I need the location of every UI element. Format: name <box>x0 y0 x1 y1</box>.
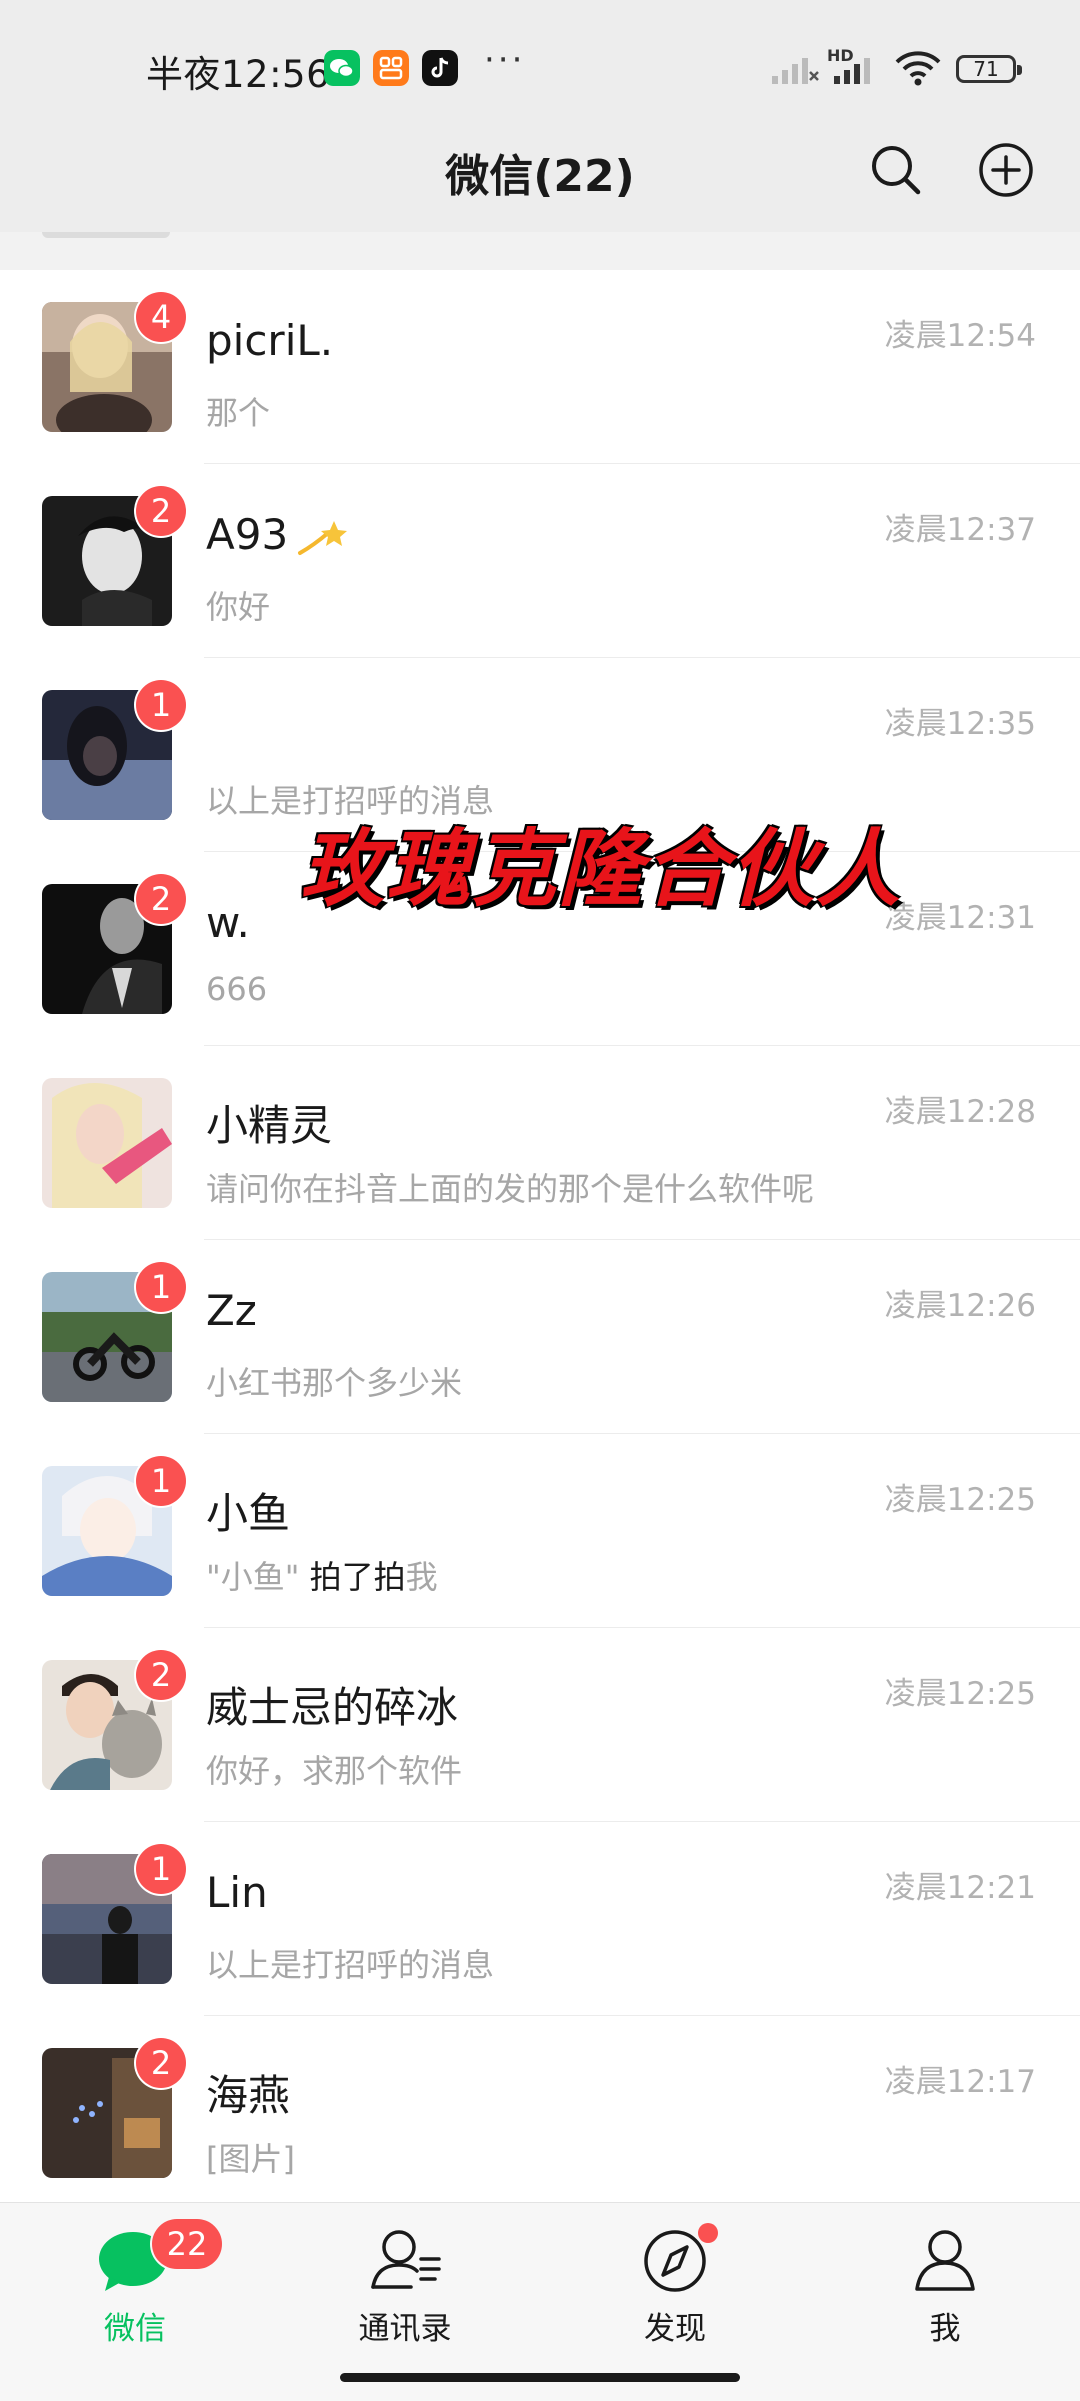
wifi-icon <box>895 51 941 86</box>
chat-name: Zz <box>206 1286 257 1335</box>
status-time: 半夜12:56 <box>146 53 331 96</box>
chat-item[interactable]: 1 小鱼 "小鱼" 拍了拍我 凌晨12:25 <box>0 1434 1080 1628</box>
chat-preview: "小鱼" 拍了拍我 <box>206 1552 438 1598</box>
tab-label: 发现 <box>644 2311 706 2347</box>
tab-me[interactable]: 我 <box>810 2203 1080 2373</box>
tab-label: 微信 <box>104 2311 166 2347</box>
wechat-icon <box>324 50 360 86</box>
more-notifications: ··· <box>484 40 526 80</box>
avatar[interactable] <box>42 1078 172 1208</box>
battery-indicator: 71 <box>956 55 1022 83</box>
dizzy-icon <box>298 520 348 555</box>
chat-name-text: A93 <box>206 510 289 559</box>
contacts-icon <box>371 2230 441 2289</box>
chat-name: 小鱼 <box>206 1489 291 1538</box>
chat-name: A93 <box>206 510 348 561</box>
unread-badge: 2 <box>136 2038 186 2088</box>
tab-label: 我 <box>929 2311 961 2347</box>
app-icon <box>373 50 409 86</box>
chat-item[interactable]: 小精灵 请问你在抖音上面的发的那个是什么软件呢 凌晨12:28 <box>0 1046 1080 1240</box>
chat-preview: 以上是打招呼的消息 <box>206 1946 495 1984</box>
chat-name: picriL. <box>206 316 334 365</box>
chat-item[interactable]: 1 Zz 小红书那个多少米 凌晨12:26 <box>0 1240 1080 1434</box>
person-icon <box>915 2230 975 2291</box>
unread-badge: 1 <box>136 1262 186 1312</box>
chat-item[interactable]: 2 海燕 [图片] 凌晨12:17 <box>0 2016 1080 2210</box>
chat-time: 凌晨12:25 <box>884 1676 1036 1712</box>
discover-dot <box>698 2223 718 2243</box>
tab-unread-badge: 22 <box>152 2219 222 2269</box>
chat-time: 凌晨12:31 <box>884 900 1036 936</box>
tiktok-icon <box>422 50 458 86</box>
signal-icon <box>772 58 819 84</box>
tab-label: 通讯录 <box>358 2311 452 2347</box>
chat-item[interactable]: 1 Lin 以上是打招呼的消息 凌晨12:21 <box>0 1822 1080 2016</box>
pinned-strip <box>0 232 1080 271</box>
overlay-caption: 玫瑰克隆合伙人 <box>300 820 903 918</box>
chat-time: 凌晨12:26 <box>884 1288 1036 1324</box>
chat-preview: 你好，求那个软件 <box>206 1752 463 1790</box>
tab-chats[interactable]: 22 微信 <box>0 2203 270 2373</box>
chat-preview: [图片] <box>206 2140 295 2178</box>
unread-badge: 2 <box>136 874 186 924</box>
chat-preview: 请问你在抖音上面的发的那个是什么软件呢 <box>206 1170 815 1208</box>
app-header: 微信(22) <box>0 130 1080 232</box>
chat-item[interactable]: 4 picriL. 那个 凌晨12:54 <box>0 270 1080 464</box>
search-icon[interactable] <box>866 140 926 200</box>
chat-name: 海燕 <box>206 2071 291 2120</box>
chat-item[interactable]: 2 A93 你好 凌晨12:37 <box>0 464 1080 658</box>
unread-badge: 1 <box>136 1456 186 1506</box>
unread-badge: 1 <box>136 1844 186 1894</box>
pat-action: 拍了拍 <box>309 1558 406 1596</box>
home-indicator[interactable] <box>340 2373 740 2382</box>
chat-time: 凌晨12:35 <box>884 706 1036 742</box>
chat-name: Lin <box>206 1868 268 1917</box>
chat-list: 4 picriL. 那个 凌晨12:54 2 A93 你好 凌晨12:37 1 … <box>0 270 1080 2210</box>
chat-item[interactable]: 2 威士忌的碎冰 你好，求那个软件 凌晨12:25 <box>0 1628 1080 1822</box>
chat-preview: 小红书那个多少米 <box>206 1364 463 1402</box>
chat-time: 凌晨12:54 <box>884 318 1036 354</box>
unread-badge: 2 <box>136 486 186 536</box>
chat-name: 小精灵 <box>206 1101 333 1150</box>
chat-time: 凌晨12:25 <box>884 1482 1036 1518</box>
add-circle-icon[interactable] <box>976 140 1036 200</box>
chat-time: 凌晨12:28 <box>884 1094 1036 1130</box>
unread-badge: 2 <box>136 1650 186 1700</box>
chat-name: w. <box>206 898 250 947</box>
chat-preview: 666 <box>206 970 268 1008</box>
tab-contacts[interactable]: 通讯录 <box>270 2203 540 2373</box>
unread-badge: 4 <box>136 292 186 342</box>
tab-discover[interactable]: 发现 <box>540 2203 810 2373</box>
chat-time: 凌晨12:21 <box>884 1870 1036 1906</box>
chat-time: 凌晨12:17 <box>884 2064 1036 2100</box>
pat-actor: "小鱼" <box>206 1558 310 1596</box>
chat-name: 威士忌的碎冰 <box>206 1683 459 1732</box>
bottom-tab-bar: 22 微信 通讯录 发现 我 <box>0 2202 1080 2401</box>
signal-hd-icon <box>834 58 870 84</box>
unread-badge: 1 <box>136 680 186 730</box>
status-bar: 半夜12:56 ··· HD 71 <box>0 0 1080 130</box>
pat-target: 我 <box>405 1558 438 1596</box>
chat-preview: 你好 <box>206 588 271 626</box>
chat-time: 凌晨12:37 <box>884 512 1036 548</box>
chat-preview: 那个 <box>206 394 271 432</box>
